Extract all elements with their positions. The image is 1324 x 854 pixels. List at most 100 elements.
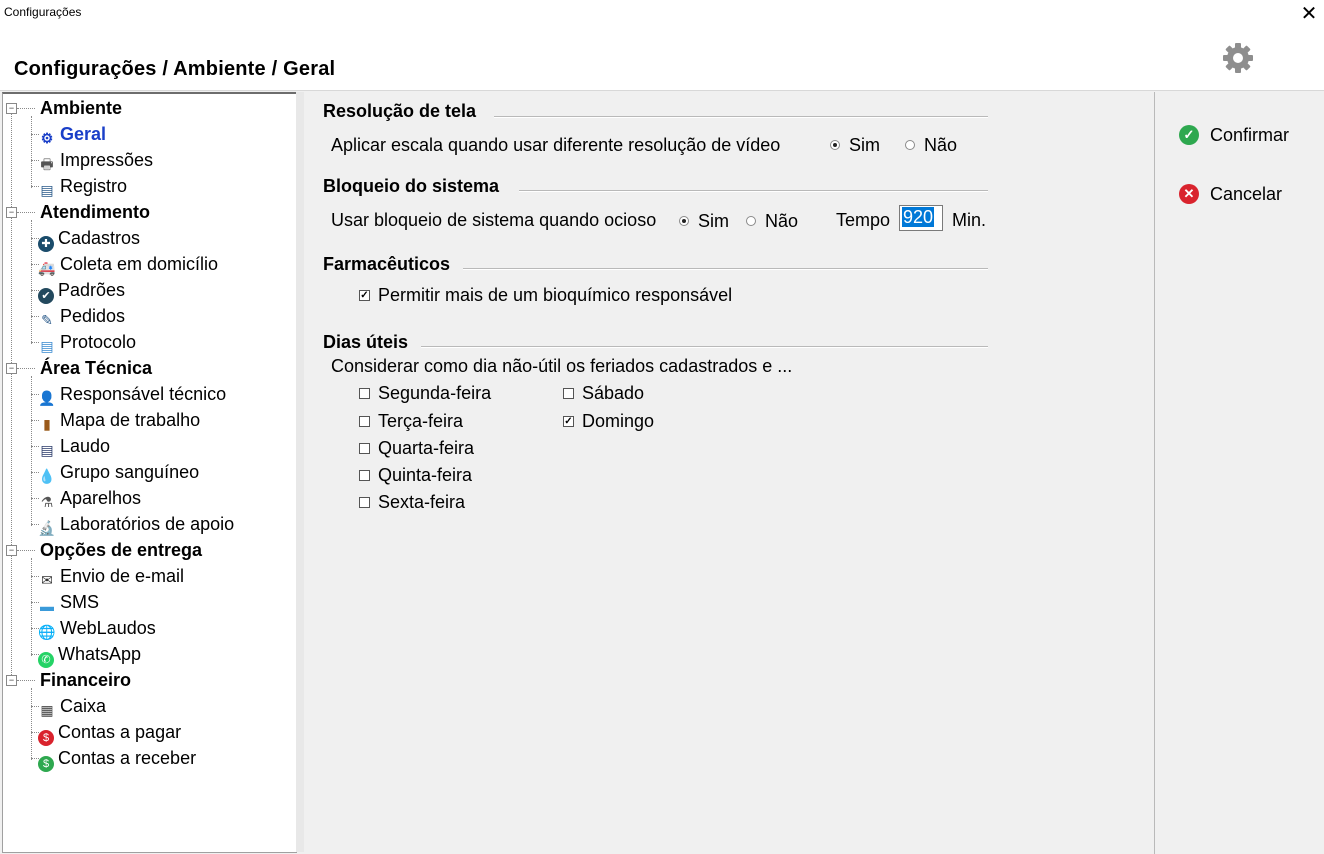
tree-category[interactable]: Financeiro [40, 668, 131, 692]
tree-connector [31, 116, 32, 188]
close-icon: ✕ [1300, 2, 1318, 25]
dias-uteis-label: Considerar como dia não-útil os feriados… [331, 356, 793, 376]
tree-connector [17, 368, 35, 369]
tree-item[interactable]: ✆ WhatsApp [38, 642, 141, 668]
tree-item[interactable]: 🖶 Impressões [38, 148, 153, 172]
tree-item[interactable]: 🌐 WebLaudos [38, 616, 155, 640]
tree-item[interactable]: 👤 Responsável técnico [38, 382, 226, 406]
tree-item[interactable]: ▤ Protocolo [38, 330, 136, 354]
tree-item-label: Caixa [60, 696, 107, 716]
tree-expander[interactable]: − [6, 103, 17, 114]
tempo-input[interactable]: 920 [899, 205, 943, 231]
device-icon: ⚗ [40, 494, 54, 510]
tree-category[interactable]: Atendimento [40, 200, 150, 224]
tree-item[interactable]: ✎ Pedidos [38, 304, 125, 328]
tree-connector [17, 212, 35, 213]
day-checkbox[interactable] [359, 443, 370, 454]
gear-icon: ⚙ [40, 130, 54, 146]
envelope-icon: ✉ [41, 572, 53, 588]
bloqueio-radio-sim[interactable] [679, 216, 689, 226]
sms-icon: ▬ [40, 598, 54, 614]
plus-circle-icon: ✚ [38, 236, 54, 252]
tree-expander[interactable]: − [6, 207, 17, 218]
tree-item-label: Pedidos [60, 306, 126, 326]
section-title-dias-uteis: Dias úteis [323, 332, 409, 352]
book-icon: ▮ [43, 416, 51, 432]
day-checkbox[interactable] [359, 388, 370, 399]
resolucao-radio-sim[interactable] [830, 140, 840, 150]
confirm-label: Confirmar [1210, 125, 1290, 145]
bloqueio-sim-label[interactable]: Sim [698, 211, 729, 232]
bloqueio-radio-nao[interactable] [746, 216, 756, 226]
tree-item[interactable]: 🔬 Laboratórios de apoio [38, 512, 234, 536]
day-checkbox[interactable] [359, 470, 370, 481]
section-divider [421, 346, 988, 348]
day-checkbox-label[interactable]: Quarta-feira [378, 438, 474, 459]
cancel-label: Cancelar [1210, 184, 1283, 204]
day-checkbox[interactable] [359, 416, 370, 427]
day-checkbox-label[interactable]: Quinta-feira [378, 465, 472, 486]
action-panel [1154, 92, 1324, 854]
section-divider [519, 190, 988, 192]
tree-item[interactable]: 💧 Grupo sanguíneo [38, 460, 199, 484]
window-title: Configurações [4, 5, 82, 19]
section-divider [463, 268, 988, 270]
ambulance-icon: 🚑 [38, 260, 56, 276]
tree-item-label: Contas a pagar [58, 722, 182, 742]
day-checkbox-label[interactable]: Terça-feira [378, 411, 463, 432]
day-checkbox[interactable]: ✓ [563, 416, 574, 427]
tree-item-label: Protocolo [60, 332, 137, 352]
day-checkbox-label[interactable]: Segunda-feira [378, 383, 491, 404]
day-checkbox[interactable] [359, 497, 370, 508]
report-icon: ▤ [40, 442, 54, 458]
tree-connector [17, 550, 35, 551]
tree-expander[interactable]: − [6, 675, 17, 686]
sidebar-splitter[interactable] [296, 92, 304, 852]
blood-drop-icon: 💧 [38, 468, 56, 484]
microscope-icon: 🔬 [38, 520, 56, 536]
tree-item[interactable]: ▬ SMS [38, 590, 99, 614]
day-checkbox-label[interactable]: Domingo [582, 411, 654, 432]
breadcrumb: Configurações / Ambiente / Geral [14, 58, 336, 80]
tree-category[interactable]: Ambiente [40, 96, 122, 120]
tree-connector [31, 220, 32, 344]
tree-category[interactable]: Opções de entrega [40, 538, 202, 562]
tree-item-label: SMS [60, 592, 100, 612]
section-title-bloqueio: Bloqueio do sistema [323, 176, 500, 196]
tree-item[interactable]: ⚙ Geral [38, 122, 106, 146]
tree-item-label: Envio de e-mail [60, 566, 185, 586]
tree-expander[interactable]: − [6, 545, 17, 556]
tree-item[interactable]: ▦ Caixa [38, 694, 106, 718]
resolucao-label: Aplicar escala quando usar diferente res… [331, 135, 781, 155]
tree-item[interactable]: $ Contas a pagar [38, 720, 182, 746]
tree-item[interactable]: ✉ Envio de e-mail [38, 564, 184, 588]
tree-item-label: Laboratórios de apoio [60, 514, 235, 534]
close-button[interactable]: ✕ [1296, 2, 1322, 25]
day-checkbox-label[interactable]: Sábado [582, 383, 644, 404]
tree-item[interactable]: ▤ Laudo [38, 434, 110, 458]
resolucao-radio-nao[interactable] [905, 140, 915, 150]
tree-item-label: Impressões [60, 150, 154, 170]
tree-category[interactable]: Área Técnica [40, 356, 152, 380]
tree-item-label: Mapa de trabalho [60, 410, 201, 430]
farmaceuticos-checkbox[interactable]: ✓ [359, 290, 370, 301]
section-divider [494, 116, 988, 118]
cash-register-icon: ▦ [40, 702, 54, 718]
tree-item[interactable]: 🚑 Coleta em domicílio [38, 252, 218, 276]
tree-item[interactable]: ▮ Mapa de trabalho [38, 408, 200, 432]
tree-item[interactable]: $ Contas a receber [38, 746, 196, 772]
tree-item-label: Aparelhos [60, 488, 142, 508]
tree-item-label: Coleta em domicílio [60, 254, 219, 274]
tree-item-label: Cadastros [58, 228, 141, 248]
tree-expander[interactable]: − [6, 363, 17, 374]
day-checkbox-label[interactable]: Sexta-feira [378, 492, 465, 513]
tree-item[interactable]: ▤ Registro [38, 174, 127, 198]
resolucao-nao-label[interactable]: Não [924, 135, 957, 156]
tree-item[interactable]: ✚ Cadastros [38, 226, 141, 252]
farmaceuticos-checkbox-label[interactable]: Permitir mais de um bioquímico responsáv… [378, 285, 732, 306]
day-checkbox[interactable] [563, 388, 574, 399]
tree-item[interactable]: ⚗ Aparelhos [38, 486, 141, 510]
bloqueio-nao-label[interactable]: Não [765, 211, 798, 232]
resolucao-sim-label[interactable]: Sim [849, 135, 880, 156]
tree-item[interactable]: ✔ Padrões [38, 278, 125, 304]
